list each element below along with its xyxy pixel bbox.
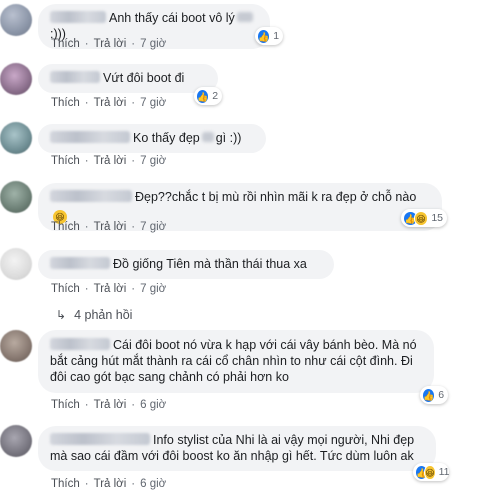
haha-icon: 😆 <box>413 210 429 226</box>
reaction-summary[interactable]: 👍 2 <box>194 87 222 105</box>
comment-text-end: gì :)) <box>215 131 242 145</box>
comment-bubble: Info stylist của Nhi là ai vậy mọi người… <box>38 426 436 471</box>
reply-button[interactable]: Trả lời <box>94 38 127 50</box>
reply-button[interactable]: Trả lời <box>94 221 127 233</box>
avatar[interactable] <box>0 330 32 362</box>
comment-actions: Thích · Trả lời · 7 giờ <box>51 221 167 233</box>
reply-button[interactable]: Trả lời <box>94 283 127 295</box>
comment-bubble: Vứt đôi boot đi <box>38 64 218 93</box>
comment-text: Vứt đôi boot đi <box>103 71 185 85</box>
timestamp[interactable]: 6 giờ <box>140 399 166 411</box>
blurred-author-name[interactable] <box>50 131 130 143</box>
timestamp[interactable]: 7 giờ <box>140 38 166 50</box>
comment-actions: Thích · Trả lời · 6 giờ <box>51 478 167 490</box>
comment-bubble: Ko thấy đẹp gì :)) <box>38 124 266 153</box>
view-replies-link[interactable]: ↳ 4 phản hồi <box>56 308 132 322</box>
reaction-count: 11 <box>438 466 450 478</box>
blurred-author-name[interactable] <box>50 11 106 23</box>
like-button[interactable]: Thích <box>51 399 80 411</box>
like-button[interactable]: Thích <box>51 478 80 490</box>
like-button[interactable]: Thích <box>51 38 80 50</box>
reply-button[interactable]: Trả lời <box>94 155 127 167</box>
reaction-summary[interactable]: 👍 6 <box>420 386 448 404</box>
like-icon: 👍 <box>257 28 271 44</box>
timestamp[interactable]: 7 giờ <box>140 155 166 167</box>
reaction-count: 6 <box>438 389 445 401</box>
reply-button[interactable]: Trả lời <box>94 399 127 411</box>
blurred-author-name[interactable] <box>50 338 110 350</box>
blurred-author-name[interactable] <box>50 190 132 202</box>
reply-button[interactable]: Trả lời <box>94 97 127 109</box>
comment-actions: Thích · Trả lời · 6 giờ <box>51 399 167 411</box>
timestamp[interactable]: 6 giờ <box>140 478 166 490</box>
comment-bubble: Cái đôi boot nó vừa k hạp với cái vây bá… <box>38 330 434 393</box>
comment-actions: Thích · Trả lời · 7 giờ <box>51 38 167 50</box>
blurred-word <box>236 12 253 22</box>
comment-bubble: Đồ giống Tiên mà thần thái thua xa <box>38 250 334 279</box>
timestamp[interactable]: 7 giờ <box>140 283 166 295</box>
haha-icon: 😆 <box>424 464 436 480</box>
like-button[interactable]: Thích <box>51 97 80 109</box>
reaction-count: 1 <box>273 30 280 42</box>
reaction-summary[interactable]: 👍 1 <box>255 27 283 45</box>
like-icon: 👍 <box>422 387 436 403</box>
comment-text: Đẹp??chắc t bị mù rồi nhìn mãi k ra đẹp … <box>135 190 417 204</box>
like-button[interactable]: Thích <box>51 155 80 167</box>
avatar[interactable] <box>0 4 32 36</box>
comment-text: Ko thấy đẹp <box>133 131 200 145</box>
reply-button[interactable]: Trả lời <box>94 478 127 490</box>
avatar[interactable] <box>0 248 32 280</box>
blurred-word <box>201 132 214 142</box>
blurred-author-name[interactable] <box>50 433 150 445</box>
avatar[interactable] <box>0 63 32 95</box>
reaction-summary[interactable]: 👍 😆 15 <box>401 209 447 227</box>
like-button[interactable]: Thích <box>51 283 80 295</box>
reaction-count: 15 <box>431 212 443 224</box>
comment-text: Đồ giống Tiên mà thần thái thua xa <box>113 257 307 271</box>
blurred-author-name[interactable] <box>50 71 100 83</box>
reaction-summary[interactable]: 👍 😆 11 <box>413 463 450 481</box>
comment-actions: Thích · Trả lời · 7 giờ <box>51 283 167 295</box>
reply-arrow-icon: ↳ <box>56 308 67 322</box>
timestamp[interactable]: 7 giờ <box>140 221 166 233</box>
avatar[interactable] <box>0 425 32 457</box>
reaction-count: 2 <box>212 90 219 102</box>
comment-text: Anh thấy cái boot vô lý <box>109 11 235 25</box>
like-icon: 👍 <box>196 88 210 104</box>
comment-actions: Thích · Trả lời · 7 giờ <box>51 97 167 109</box>
timestamp[interactable]: 7 giờ <box>140 97 166 109</box>
blurred-author-name[interactable] <box>50 257 110 269</box>
comment-actions: Thích · Trả lời · 7 giờ <box>51 155 167 167</box>
like-button[interactable]: Thích <box>51 221 80 233</box>
avatar[interactable] <box>0 181 32 213</box>
replies-count: 4 phản hồi <box>74 308 133 322</box>
avatar[interactable] <box>0 122 32 154</box>
